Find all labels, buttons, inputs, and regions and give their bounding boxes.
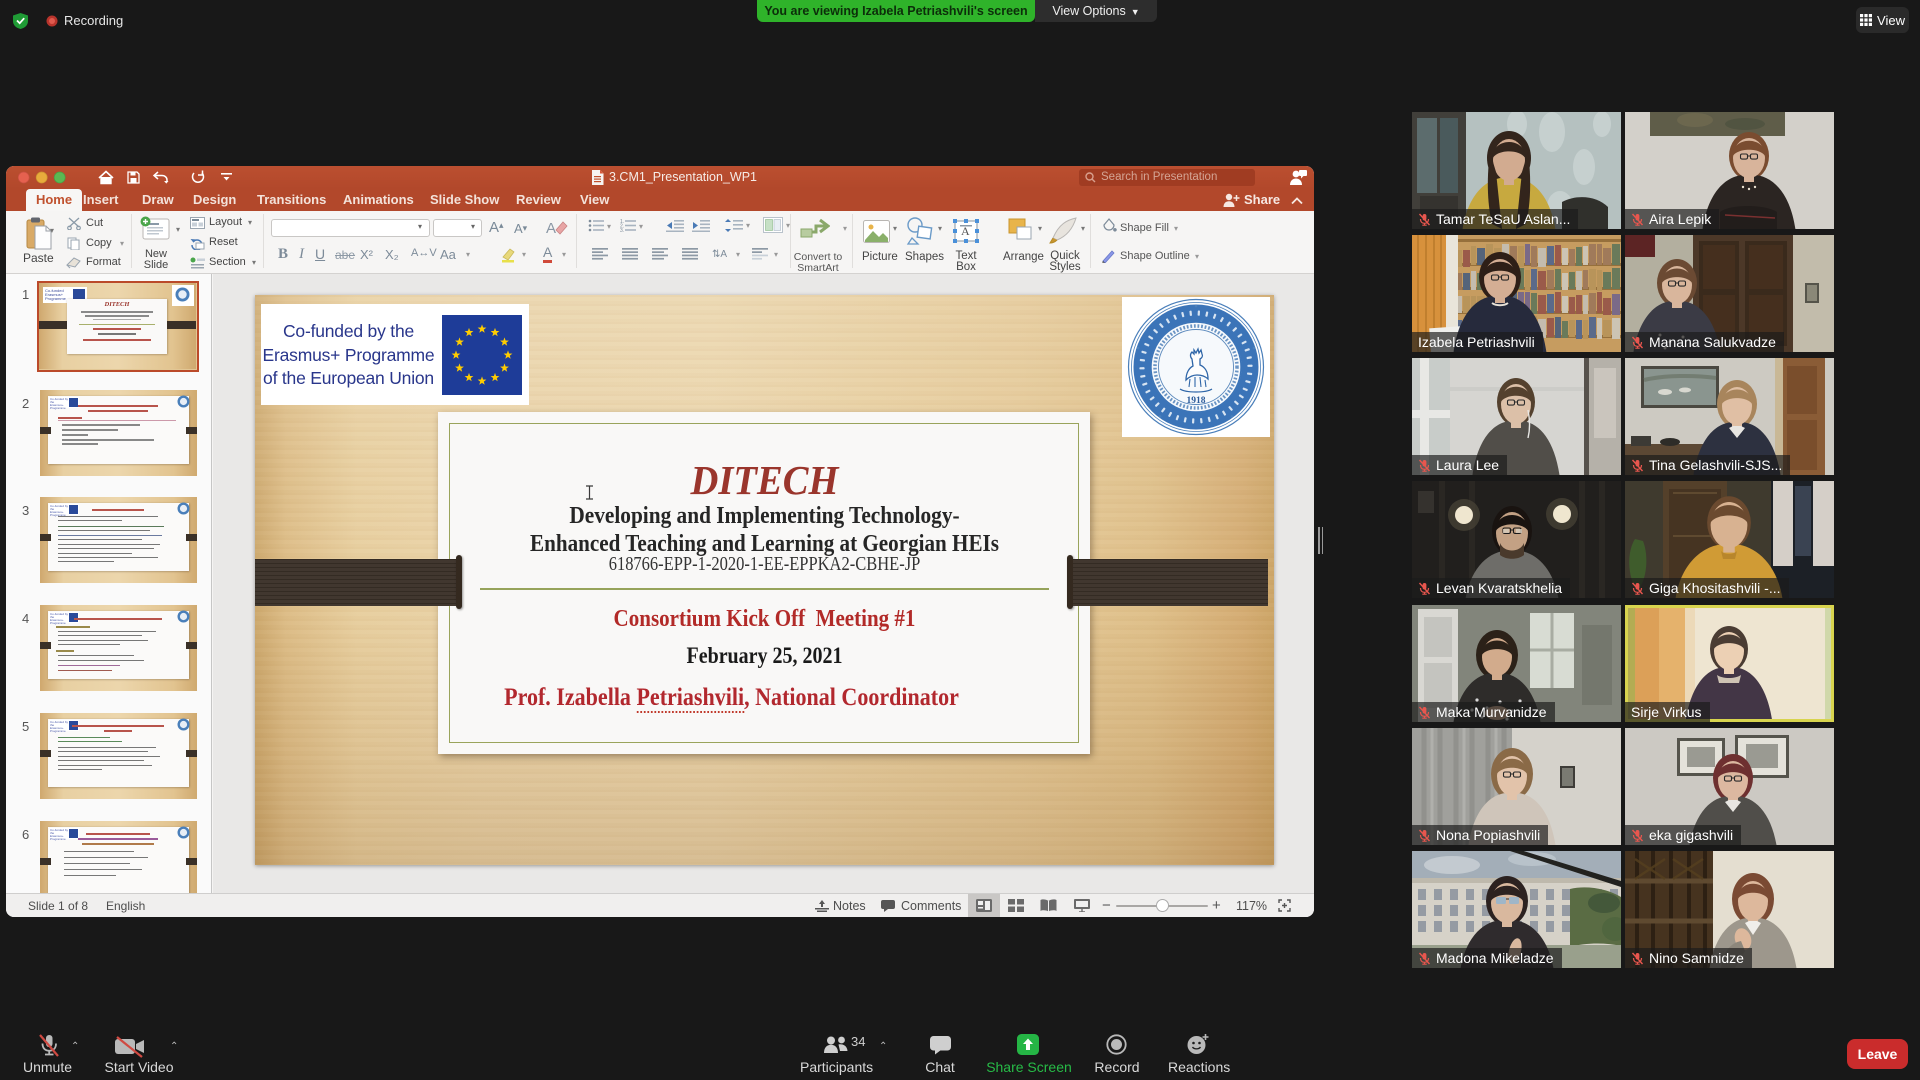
svg-text:3.: 3. bbox=[620, 228, 624, 232]
svg-text:1918: 1918 bbox=[1187, 396, 1206, 406]
svg-text:A: A bbox=[546, 220, 556, 237]
svg-text:⇅A: ⇅A bbox=[712, 249, 727, 260]
